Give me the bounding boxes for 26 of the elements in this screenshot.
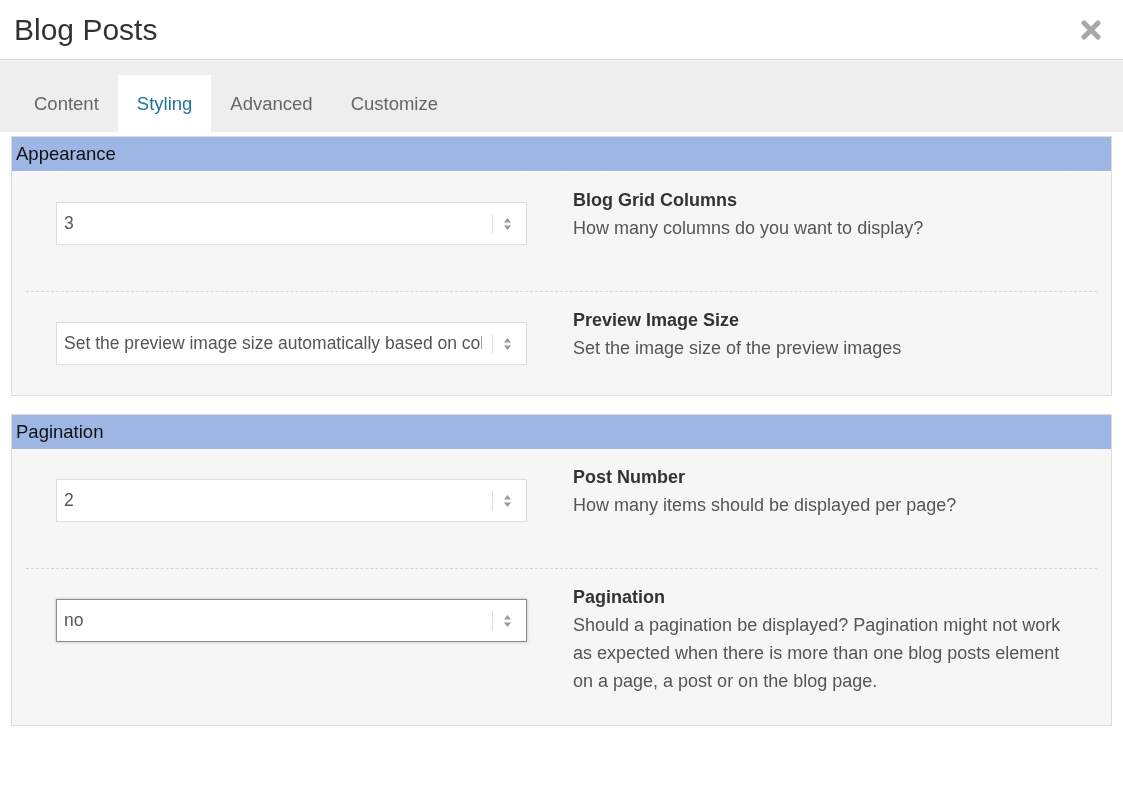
up-down-arrows-icon [503,216,512,231]
up-down-arrows-icon [503,493,512,508]
close-icon[interactable] [1081,19,1101,40]
up-down-arrows-icon [503,613,512,628]
select-field[interactable]: 3 [56,202,527,245]
up-down-arrows-icon [503,336,512,351]
window-title: Blog Posts [14,12,158,48]
select-field[interactable]: no [56,599,527,642]
option-description: Set the image size of the preview images [573,337,903,360]
option-label: Blog Grid Columns [573,189,738,212]
tab[interactable]: Styling [117,75,212,132]
option-label: Pagination [573,586,666,609]
section-header: Appearance [12,137,1111,171]
tab[interactable]: Customize [331,75,457,132]
select-field[interactable]: 2 [56,479,527,522]
section-header: Pagination [12,415,1111,449]
option-description: How many items should be displayed per page? [573,494,958,517]
option-label: Post Number [573,466,687,489]
option-label: Preview Image Size [573,309,741,332]
tab[interactable]: Advanced [211,75,332,132]
select-value: 2 [64,489,75,513]
tab[interactable]: Content [15,75,118,132]
option-description: How many columns do you want to display? [573,217,925,240]
option-description: Should a pagination be displayed? Pagination might not work as expected when there is more than one blog posts element on a page, a post or on the blog page. [573,614,1062,693]
select-value: no [64,609,85,633]
select-value: 3 [64,212,75,236]
